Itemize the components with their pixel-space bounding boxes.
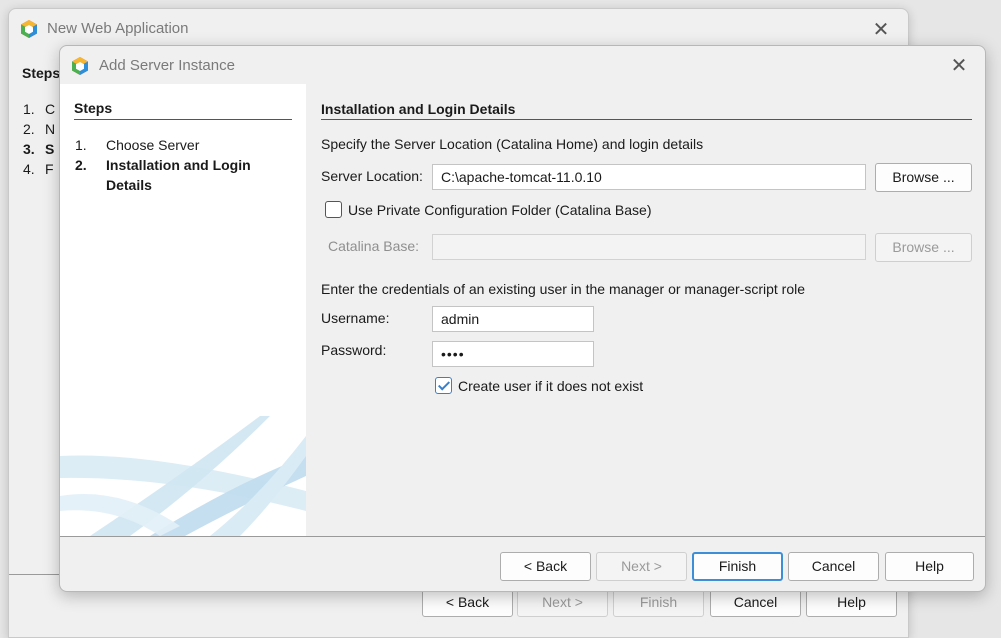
back-window-close-icon[interactable]: ✕ — [868, 17, 894, 43]
credentials-text: Enter the credentials of an existing use… — [321, 281, 806, 297]
section-divider — [321, 119, 972, 120]
back-window-cancel-button[interactable]: Cancel — [710, 588, 801, 617]
back-step: 1. C — [23, 101, 56, 117]
password-input[interactable]: •••• — [432, 341, 594, 367]
back-step-current: 3. S — [23, 141, 55, 157]
step-installation-login-details: 2. Installation and Login Details — [75, 157, 251, 193]
netbeans-cube-icon — [21, 20, 37, 38]
cancel-button[interactable]: Cancel — [788, 552, 879, 581]
dialog-close-icon[interactable]: ✕ — [946, 53, 972, 79]
section-title: Installation and Login Details — [321, 101, 516, 117]
back-steps-title: Steps — [22, 65, 61, 81]
back-window-help-button[interactable]: Help — [806, 588, 897, 617]
back-window-finish-button[interactable]: Finish — [613, 588, 704, 617]
back-window-next-button[interactable]: Next > — [517, 588, 608, 617]
steps-panel: Steps 1. Choose Server 2. Installation a… — [60, 84, 306, 536]
username-input[interactable]: admin — [432, 306, 594, 332]
step-choose-server: 1. Choose Server — [75, 137, 200, 153]
back-step: 2. N — [23, 121, 56, 137]
back-window-title: New Web Application — [47, 20, 189, 37]
catalina-base-input[interactable] — [432, 234, 866, 260]
add-server-instance-dialog: Add Server Instance ✕ Steps 1. Choose Se… — [59, 45, 986, 592]
next-button[interactable]: Next > — [596, 552, 687, 581]
server-location-input[interactable]: C:\apache-tomcat-11.0.10 — [432, 164, 866, 190]
back-window-back-button[interactable]: < Back — [422, 588, 513, 617]
create-user-label[interactable]: Create user if it does not exist — [458, 378, 643, 394]
catalina-base-label: Catalina Base: — [328, 238, 420, 254]
steps-divider — [74, 119, 292, 120]
decorative-swoosh-graphic — [60, 416, 306, 536]
create-user-checkbox[interactable] — [435, 377, 452, 394]
back-step: 4. F — [23, 161, 54, 177]
private-config-label[interactable]: Use Private Configuration Folder (Catali… — [348, 202, 651, 218]
steps-list: 1. Choose Server 2. Installation and Log… — [75, 135, 276, 195]
steps-title: Steps — [74, 100, 113, 116]
private-config-checkbox[interactable] — [325, 201, 342, 218]
dialog-titlebar: Add Server Instance ✕ — [60, 46, 985, 84]
back-button[interactable]: < Back — [500, 552, 591, 581]
instruction-text: Specify the Server Location (Catalina Ho… — [321, 136, 704, 152]
username-label: Username: — [321, 310, 390, 326]
server-location-label: Server Location: — [321, 168, 423, 184]
back-window-titlebar: New Web Application ✕ — [9, 9, 908, 49]
dialog-footer-separator — [60, 536, 985, 537]
browse-catalina-base-button[interactable]: Browse ... — [875, 233, 972, 262]
netbeans-cube-icon — [72, 57, 88, 75]
help-button[interactable]: Help — [885, 552, 974, 581]
browse-server-location-button[interactable]: Browse ... — [875, 163, 972, 192]
back-steps-list: 1. C 2. N 3. S 4. F — [23, 99, 55, 179]
dialog-title: Add Server Instance — [99, 57, 235, 74]
password-label: Password: — [321, 342, 387, 358]
finish-button[interactable]: Finish — [692, 552, 783, 581]
